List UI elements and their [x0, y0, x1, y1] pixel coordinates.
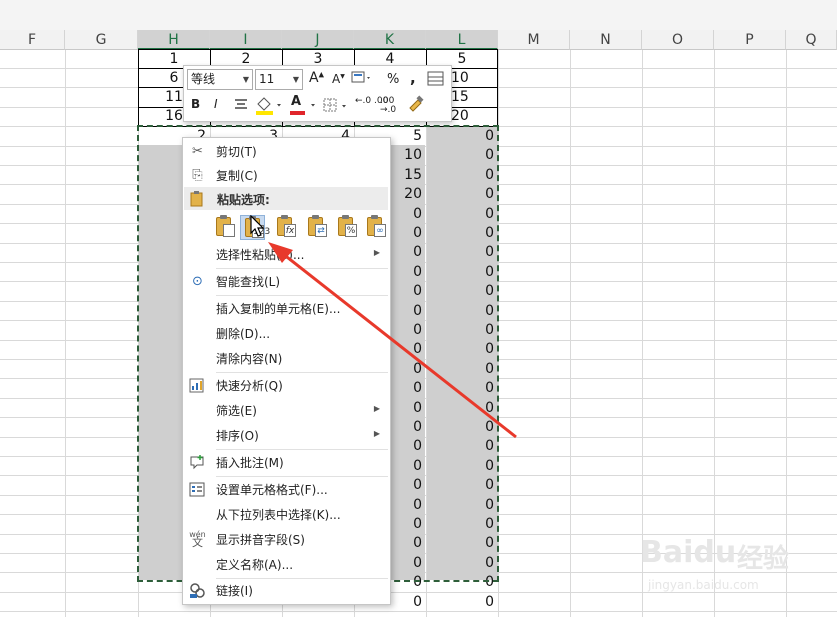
paste-options-header: 粘贴选项:: [184, 187, 388, 210]
cell-l2[interactable]: 10: [451, 69, 498, 88]
percent-style-button[interactable]: %: [387, 72, 399, 87]
borders-button[interactable]: [322, 96, 350, 116]
wrap-format-button[interactable]: [350, 68, 372, 88]
paint-bucket-icon: [256, 97, 281, 115]
format-icon: [351, 71, 370, 83]
mouse-cursor-icon: [250, 215, 265, 237]
paste-formatting-button[interactable]: %: [334, 215, 359, 240]
formula-area: [0, 0, 837, 31]
phonetic-icon: wén 文: [189, 530, 206, 549]
col-header-f[interactable]: F: [0, 30, 65, 50]
font-name-value: 等线: [191, 72, 216, 86]
clipboard-icon: [189, 190, 206, 207]
paste-default-button[interactable]: [212, 215, 237, 240]
chevron-right-icon: ▶: [373, 429, 380, 438]
cell-l4[interactable]: 20: [451, 107, 498, 126]
menu-item-cut[interactable]: ✂ 剪切(T): [183, 139, 388, 164]
format-cells-icon: [189, 481, 206, 498]
format-painter-icon: [409, 95, 424, 112]
grid-col-line: [65, 50, 66, 617]
col-header-k[interactable]: K: [354, 30, 426, 50]
col-header-o[interactable]: O: [642, 30, 714, 50]
menu-item-define-name[interactable]: 定义名称(A)...: [183, 552, 388, 577]
font-name-combo[interactable]: 等线 ▼: [187, 69, 253, 90]
table-format-button[interactable]: [427, 70, 445, 88]
col-header-g[interactable]: G: [65, 30, 138, 50]
menu-item-insert-copied-cells[interactable]: 插入复制的单元格(E)...: [183, 296, 388, 321]
format-painter-button[interactable]: [406, 94, 426, 114]
menu-item-filter[interactable]: 筛选(E) ▶: [183, 398, 388, 423]
quick-analysis-icon: [189, 377, 206, 394]
table-icon: [427, 71, 444, 86]
transpose-icon: ⇄: [315, 224, 327, 237]
col-header-h[interactable]: H: [138, 30, 210, 50]
search-icon: ⊙: [192, 274, 203, 289]
menu-item-phonetic[interactable]: wén 文 显示拼音字段(S): [183, 527, 388, 552]
paste-formulas-button[interactable]: fx: [273, 215, 298, 240]
menu-item-link[interactable]: 链接(I): [183, 578, 388, 603]
col-header-j[interactable]: J: [282, 30, 354, 50]
decrease-decimal-button[interactable]: .00 →.0: [380, 97, 404, 115]
link-icon: [189, 582, 206, 599]
menu-item-smart-lookup[interactable]: ⊙ 智能查找(L): [183, 269, 388, 294]
align-center-icon: [235, 99, 247, 109]
font-size-value: 11: [259, 72, 275, 86]
watermark-url: jingyan.baidu.com: [648, 578, 759, 592]
scissors-icon: ✂: [192, 144, 203, 159]
col-header-n[interactable]: N: [570, 30, 642, 50]
align-center-button[interactable]: [232, 96, 250, 114]
chevron-down-icon: ▼: [242, 75, 249, 84]
link-icon: ∞: [374, 224, 386, 237]
copy-icon: ⎘: [192, 168, 203, 183]
comma-style-button[interactable]: ,: [410, 69, 416, 87]
font-size-combo[interactable]: 11 ▼: [255, 69, 303, 90]
bold-button[interactable]: B: [191, 97, 200, 111]
watermark-cn: 经验: [737, 544, 790, 574]
page-icon: [223, 224, 235, 237]
menu-item-format-cells[interactable]: 设置单元格格式(F)...: [183, 477, 388, 502]
watermark-logo: Baidu: [640, 535, 737, 570]
paste-transpose-button[interactable]: ⇄: [304, 215, 329, 240]
context-menu: ✂ 剪切(T) ⎘ 复制(C) 粘贴选项: 123 fx ⇄ % ∞ 选择性粘贴…: [182, 137, 391, 605]
fill-color-button[interactable]: [254, 94, 284, 116]
col-header-m[interactable]: M: [498, 30, 570, 50]
chevron-right-icon: ▶: [373, 248, 380, 257]
increase-font-button[interactable]: A▲: [309, 70, 324, 86]
paste-link-button[interactable]: ∞: [363, 215, 388, 240]
percent-format-icon: %: [345, 224, 357, 237]
col-header-i[interactable]: I: [210, 30, 282, 50]
grid-col-line: [570, 50, 571, 617]
menu-item-pick-from-list[interactable]: 从下拉列表中选择(K)...: [183, 502, 388, 527]
chevron-down-icon: ▼: [292, 75, 299, 84]
col-header-p[interactable]: P: [714, 30, 786, 50]
col-header-l[interactable]: L: [426, 30, 498, 50]
decrease-font-button[interactable]: A▼: [332, 72, 345, 86]
cell-l-value[interactable]: 0: [426, 593, 498, 612]
grid-col-line: [714, 50, 715, 617]
menu-item-insert-comment[interactable]: 插入批注(M): [183, 450, 388, 475]
col-header-q[interactable]: Q: [786, 30, 837, 50]
menu-item-paste-special[interactable]: 选择性粘贴(S)... ▶: [183, 242, 388, 267]
menu-item-quick-analysis[interactable]: 快速分析(Q): [183, 373, 388, 398]
comment-icon: [189, 454, 206, 471]
menu-item-copy[interactable]: ⎘ 复制(C): [183, 163, 388, 188]
font-color-button[interactable]: A: [288, 94, 318, 116]
chevron-right-icon: ▶: [373, 404, 380, 413]
formula-icon: fx: [284, 224, 296, 237]
grid-col-line: [786, 50, 787, 617]
borders-icon: [323, 98, 346, 112]
italic-button[interactable]: I: [214, 97, 218, 111]
menu-item-delete[interactable]: 删除(D)...: [183, 321, 388, 346]
cell-l3[interactable]: 15: [451, 88, 498, 107]
menu-item-clear-contents[interactable]: 清除内容(N): [183, 346, 388, 371]
menu-item-sort[interactable]: 排序(O) ▶: [183, 423, 388, 448]
grid-col-line: [642, 50, 643, 617]
mini-toolbar: 等线 ▼ 11 ▼ A▲ A▼ % , B I A ←.0 .00 .00 →.…: [183, 65, 452, 122]
